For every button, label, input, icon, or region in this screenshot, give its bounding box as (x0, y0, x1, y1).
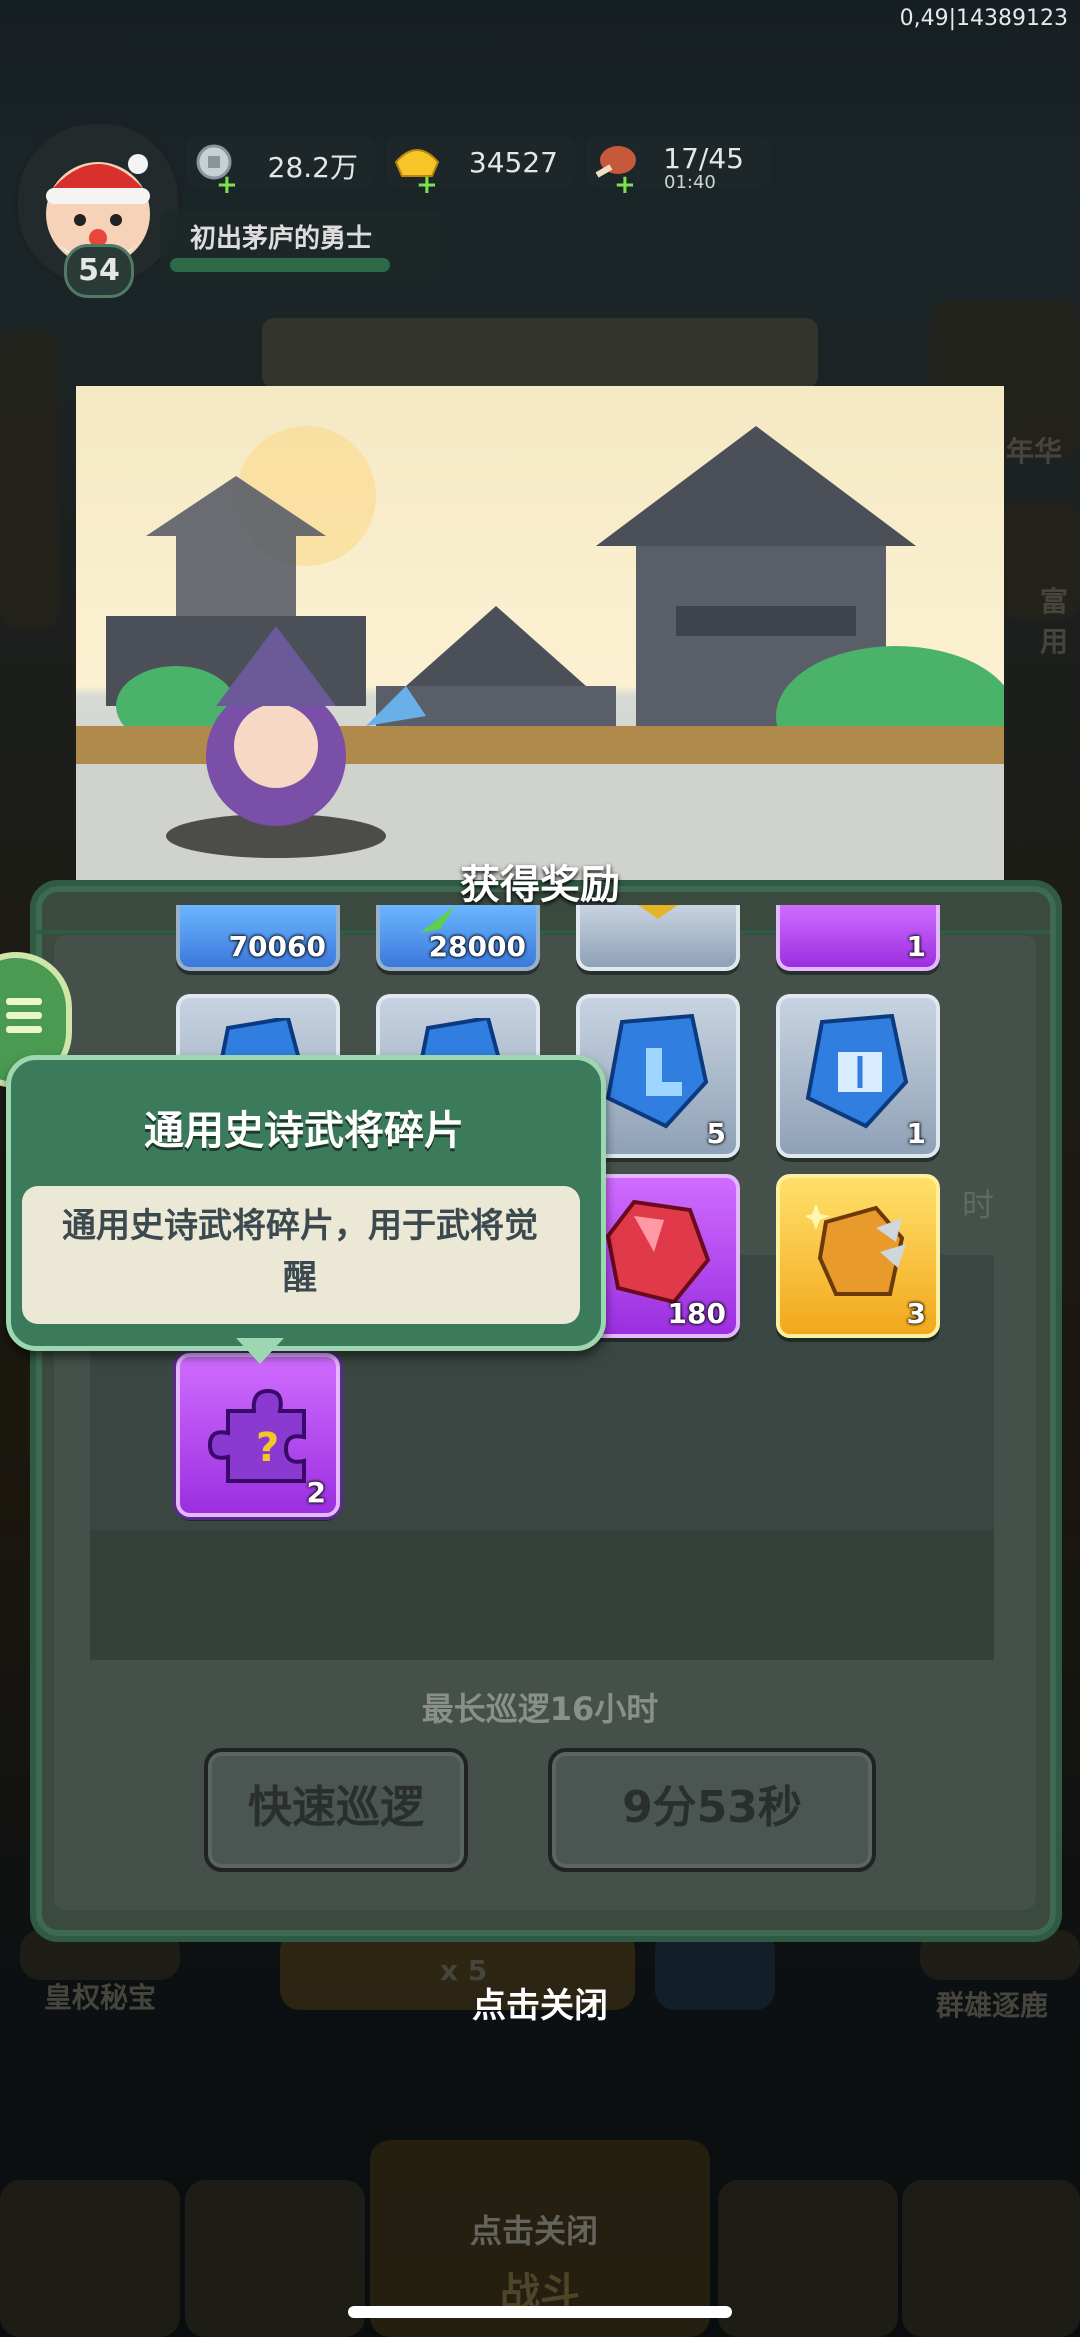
gold-value: 34527 (468, 146, 558, 179)
item-count: 5 (706, 1117, 726, 1150)
tap-to-close-hint[interactable]: 点击关闭 (0, 1978, 1080, 2027)
silver-value: 28.2万 (267, 151, 358, 184)
silver-resource[interactable]: 28.2万 (186, 136, 376, 188)
obscured-text: 时 (962, 1186, 995, 1224)
bg-progress-strip (262, 318, 818, 388)
stamina-value: 17/45 (663, 142, 744, 175)
home-indicator[interactable] (348, 2306, 732, 2318)
gold-resource[interactable]: 34527 (386, 136, 576, 188)
reward-item[interactable]: 70060 (176, 905, 340, 971)
item-count: 70060 (228, 930, 326, 963)
user-id-text: 0,49|14389123 (899, 6, 1068, 31)
reward-item[interactable] (576, 905, 740, 971)
reward-title: 获得奖励 (460, 862, 620, 908)
stamina-add-icon[interactable]: + (614, 172, 636, 198)
tooltip-arrow (236, 1338, 284, 1364)
reward-item[interactable]: 3 (776, 1174, 940, 1338)
blue-boot-crystal-icon (605, 1013, 709, 1129)
item-count: 2 (306, 1476, 326, 1509)
player-level: 54 (64, 244, 134, 298)
exp-bar (170, 258, 390, 272)
golden-armor-piece-icon (806, 1204, 906, 1296)
item-count: 3 (906, 1297, 926, 1330)
red-gem-icon (605, 1199, 711, 1305)
player-title: 初出茅庐的勇士 (190, 224, 373, 254)
silver-add-icon[interactable]: + (216, 172, 238, 198)
item-count: 28000 (428, 930, 526, 963)
reward-item[interactable]: 28000 (376, 905, 540, 971)
blue-sword-crystal-icon (805, 1013, 909, 1129)
item-count: 1 (906, 930, 926, 963)
max-patrol-text: 最长巡逻16小时 (421, 1690, 659, 1728)
item-count: 180 (667, 1297, 726, 1330)
menu-icon (6, 998, 42, 1033)
purple-puzzle-piece-icon: ? (208, 1388, 306, 1483)
patrol-scene (76, 386, 1004, 886)
patrol-timer-button[interactable]: 9分53秒 (548, 1748, 876, 1872)
reward-item-selected[interactable]: ? 2 (176, 1353, 340, 1517)
tooltip-description: 通用史诗武将碎片，用于武将觉醒 (62, 1206, 538, 1298)
reward-item[interactable]: 1 (776, 905, 940, 971)
item-count: 1 (906, 1117, 926, 1150)
tooltip-title: 通用史诗武将碎片 (144, 1108, 464, 1154)
stamina-timer: 01:40 (664, 172, 716, 193)
gold-add-icon[interactable]: + (416, 172, 438, 198)
quick-patrol-button[interactable]: 快速巡逻 (204, 1748, 468, 1872)
reward-item[interactable]: 1 (776, 994, 940, 1158)
gold-item-icon (638, 905, 678, 919)
patrol-log-area (90, 1530, 994, 1660)
svg-text:?: ? (256, 1425, 279, 1471)
town-scene-illustration (76, 426, 1004, 886)
